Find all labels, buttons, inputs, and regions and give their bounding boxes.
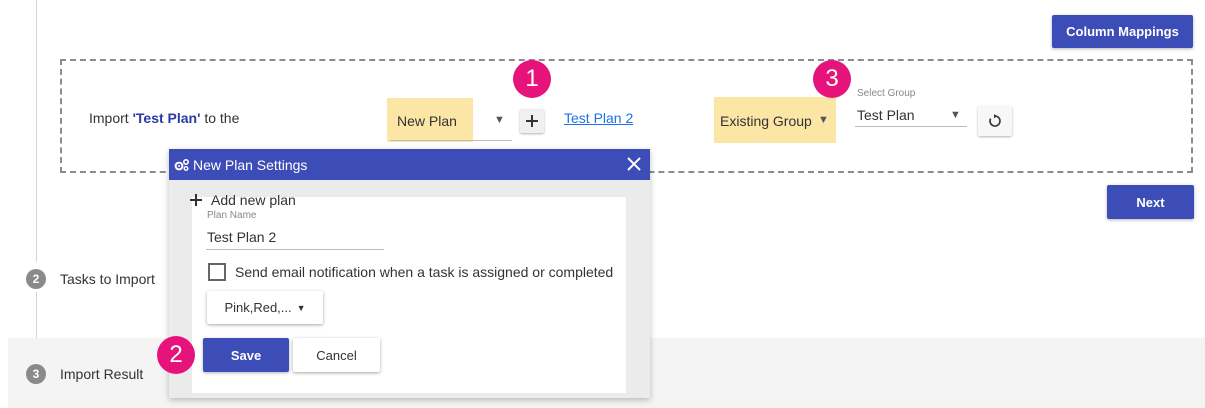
next-button[interactable]: Next [1107, 185, 1194, 219]
labels-dropdown[interactable]: Pink,Red,... ▼ [207, 291, 323, 324]
gears-icon [174, 158, 190, 171]
column-mappings-button[interactable]: Column Mappings [1052, 15, 1193, 48]
cancel-button[interactable]: Cancel [293, 338, 380, 372]
group-field-underline [855, 126, 967, 127]
labels-dropdown-value: Pink,Red,... [224, 300, 292, 315]
close-icon[interactable] [627, 157, 641, 171]
import-suffix: to the [204, 110, 240, 126]
email-notification-label[interactable]: Send email notification when a task is a… [235, 264, 613, 280]
callout-badge-3: 3 [813, 60, 851, 98]
group-field-caret-icon[interactable]: ▼ [950, 109, 961, 121]
plan-select-underline [390, 140, 512, 141]
callout-badge-2: 2 [157, 336, 195, 374]
group-select-caret-icon[interactable]: ▼ [818, 114, 829, 126]
import-description: Import 'Test Plan' to the [89, 110, 239, 126]
refresh-button[interactable] [978, 106, 1012, 136]
plan-name-label: Plan Name [207, 210, 257, 221]
dialog-title: New Plan Settings [193, 156, 308, 173]
import-plan-name: 'Test Plan' [132, 110, 201, 126]
caret-down-icon: ▼ [296, 302, 306, 313]
plus-icon[interactable] [190, 194, 202, 206]
email-notification-checkbox[interactable] [208, 263, 226, 281]
stepper-line-top [36, 0, 37, 262]
group-field-label: Select Group [857, 88, 916, 99]
plus-icon [526, 115, 538, 127]
group-select[interactable]: Existing Group [720, 113, 812, 129]
step-2-label[interactable]: Tasks to Import [60, 271, 155, 287]
add-plan-button[interactable] [520, 109, 544, 133]
add-new-plan-label[interactable]: Add new plan [211, 192, 296, 208]
callout-badge-1: 1 [513, 60, 551, 98]
step-3-label[interactable]: Import Result [60, 366, 143, 382]
new-plan-settings-dialog: New Plan Settings Add new plan Plan Name… [169, 149, 650, 398]
save-button[interactable]: Save [203, 338, 289, 372]
plan-select[interactable]: New Plan [397, 113, 457, 129]
refresh-icon [989, 114, 1001, 127]
import-prefix: Import [89, 110, 129, 126]
plan-select-caret-icon[interactable]: ▼ [494, 114, 505, 126]
step-2-number: 2 [26, 269, 46, 289]
plan-name-input[interactable]: Test Plan 2 [207, 229, 276, 245]
plan-name-underline [206, 249, 384, 250]
step-3-number: 3 [26, 364, 46, 384]
new-plan-link[interactable]: Test Plan 2 [564, 110, 633, 126]
group-field-select[interactable]: Test Plan [857, 107, 915, 123]
dialog-header: New Plan Settings [169, 149, 650, 180]
